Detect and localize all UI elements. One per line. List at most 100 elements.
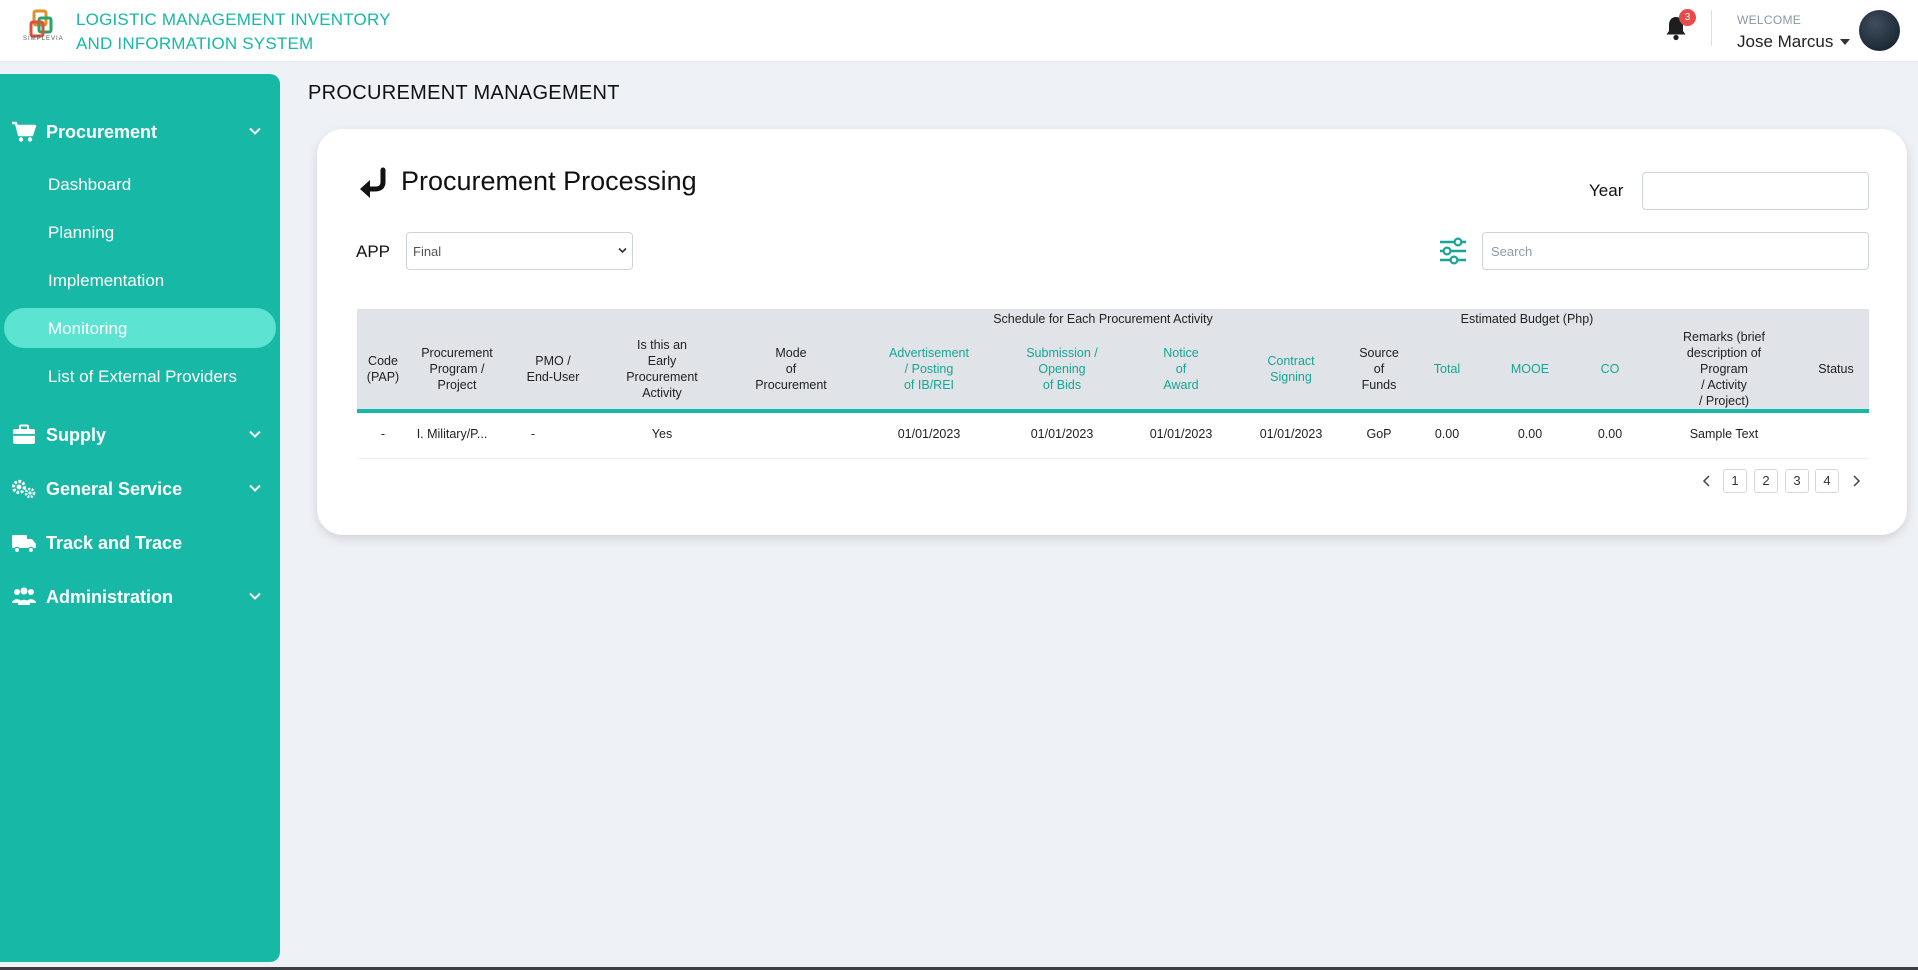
column-header-source: Source of Funds	[1359, 345, 1399, 393]
column-header-submission: Submission / Opening of Bids	[1026, 345, 1098, 393]
truck-icon	[12, 535, 36, 554]
sidebar-group-track-and-trace[interactable]: Track and Trace	[0, 525, 280, 561]
caret-down-icon[interactable]	[1840, 39, 1850, 45]
sidebar-group-label: General Service	[46, 479, 183, 499]
header-line: Program	[1700, 362, 1748, 376]
sidebar-item-label: Planning	[48, 223, 115, 242]
row-divider	[357, 458, 1869, 459]
column-header-remarks: Remarks (brief description of Program / …	[1683, 329, 1765, 409]
header-line: Award	[1163, 378, 1199, 392]
sidebar-item-label: Implementation	[48, 271, 165, 290]
header-line: PMO /	[535, 354, 571, 368]
chevron-right-icon[interactable]	[1849, 474, 1863, 488]
cart-icon	[12, 121, 37, 142]
welcome-label: WELCOME	[1737, 13, 1802, 27]
top-bar: SIMPLEVIA LOGISTIC MANAGEMENT INVENTORY …	[0, 0, 1918, 62]
chevron-down-icon	[249, 592, 261, 600]
header-line: Activity	[642, 386, 682, 400]
users-icon	[12, 587, 36, 605]
year-input[interactable]	[1642, 172, 1869, 210]
column-header-contract: Contract Signing	[1267, 353, 1314, 385]
pagination-page-3[interactable]: 3	[1785, 469, 1809, 493]
search-input[interactable]	[1482, 232, 1869, 270]
logo-icon	[29, 9, 53, 38]
filter-sliders-icon[interactable]	[1438, 236, 1468, 266]
header-line: Source	[1359, 346, 1399, 360]
column-header-advertisement: Advertisement / Posting of IB/REI	[889, 345, 969, 393]
back-arrow-icon[interactable]	[356, 166, 390, 200]
cell-early: Yes	[651, 427, 673, 441]
app-label: APP	[356, 242, 391, 261]
sidebar-group-label: Procurement	[46, 122, 158, 142]
notification-badge: 3	[1679, 9, 1696, 26]
header-line: Submission /	[1026, 346, 1098, 360]
cell-remarks: Sample Text	[1689, 427, 1759, 441]
header-line: (PAP)	[366, 370, 400, 384]
page-title: PROCUREMENT MANAGEMENT	[308, 82, 620, 104]
header-line: Project	[437, 378, 477, 392]
header-line: / Activity	[1701, 378, 1747, 392]
sidebar-group-label: Track and Trace	[46, 533, 183, 553]
chevron-down-icon	[249, 430, 261, 438]
header-line: Contract	[1267, 354, 1315, 368]
pagination-page-2[interactable]: 2	[1754, 469, 1778, 493]
column-header-notice: Notice of Award	[1163, 345, 1198, 393]
user-name[interactable]: Jose Marcus	[1737, 32, 1833, 52]
pagination-page-1[interactable]: 1	[1723, 469, 1747, 493]
column-header-mode: Mode of Procurement	[755, 345, 827, 393]
sidebar: Procurement Dashboard Planning Implement…	[0, 74, 280, 962]
cell-mooe: 0.00	[1517, 427, 1543, 441]
sidebar-item-monitoring[interactable]: Monitoring	[4, 308, 276, 348]
cell-co: 0.00	[1597, 427, 1623, 441]
sidebar-item-external-providers[interactable]: List of External Providers	[4, 356, 276, 396]
cell-total: 0.00	[1434, 427, 1460, 441]
header-line: / Posting	[904, 362, 954, 376]
header-line: of	[785, 362, 797, 376]
app-select[interactable]: Final	[406, 232, 633, 270]
column-header-early: Is this an Early Procurement Activity	[626, 337, 698, 401]
sidebar-group-label: Supply	[46, 425, 107, 445]
sidebar-item-implementation[interactable]: Implementation	[4, 260, 276, 300]
app-title: LOGISTIC MANAGEMENT INVENTORY AND INFORM…	[76, 8, 436, 56]
header-line: description of	[1686, 346, 1762, 360]
header-line: of Bids	[1042, 378, 1082, 392]
group-header-schedule: Schedule for Each Procurement Activity	[993, 312, 1213, 326]
avatar[interactable]	[1859, 10, 1900, 51]
sidebar-group-supply[interactable]: Supply	[0, 417, 280, 453]
sidebar-item-planning[interactable]: Planning	[4, 212, 276, 252]
header-line: Code	[368, 354, 398, 368]
header-line: Advertisement	[889, 346, 969, 360]
header-line: of	[1175, 362, 1187, 376]
header-line: Status	[1818, 362, 1854, 376]
briefcase-icon	[13, 424, 35, 444]
header-line: Procurement	[755, 378, 827, 392]
sidebar-group-general-service[interactable]: General Service	[0, 471, 280, 507]
header-line: Program /	[429, 362, 485, 376]
chevron-left-icon[interactable]	[1700, 474, 1714, 488]
column-header-mooe: MOOE	[1511, 361, 1549, 377]
header-line: MOOE	[1510, 362, 1550, 376]
header-line: / Project)	[1698, 394, 1749, 408]
sidebar-item-label: Monitoring	[48, 319, 128, 338]
header-line: CO	[1600, 362, 1620, 376]
header-line: Procurement	[421, 346, 493, 360]
column-header-pmo: PMO / End-User	[527, 353, 580, 385]
cell-advertisement: 01/01/2023	[897, 427, 961, 441]
header-line: Remarks (brief	[1683, 330, 1765, 344]
header-line: Is this an	[636, 338, 688, 352]
sidebar-group-administration[interactable]: Administration	[0, 579, 280, 615]
sidebar-item-label: Dashboard	[48, 175, 132, 194]
cell-source: GoP	[1366, 427, 1392, 441]
sidebar-item-dashboard[interactable]: Dashboard	[4, 164, 276, 204]
pagination-page-4[interactable]: 4	[1815, 469, 1839, 493]
column-header-status: Status	[1818, 361, 1853, 377]
sidebar-group-procurement[interactable]: Procurement	[0, 114, 280, 150]
header-line: of	[1373, 362, 1385, 376]
chevron-down-icon	[249, 484, 261, 492]
card-title: Procurement Processing	[401, 166, 697, 196]
cell-contract: 01/01/2023	[1259, 427, 1323, 441]
header-divider	[1711, 10, 1712, 46]
cell-notice: 01/01/2023	[1149, 427, 1213, 441]
app-title-line1: LOGISTIC MANAGEMENT INVENTORY	[76, 10, 391, 29]
app-select-value: Final	[413, 244, 442, 259]
